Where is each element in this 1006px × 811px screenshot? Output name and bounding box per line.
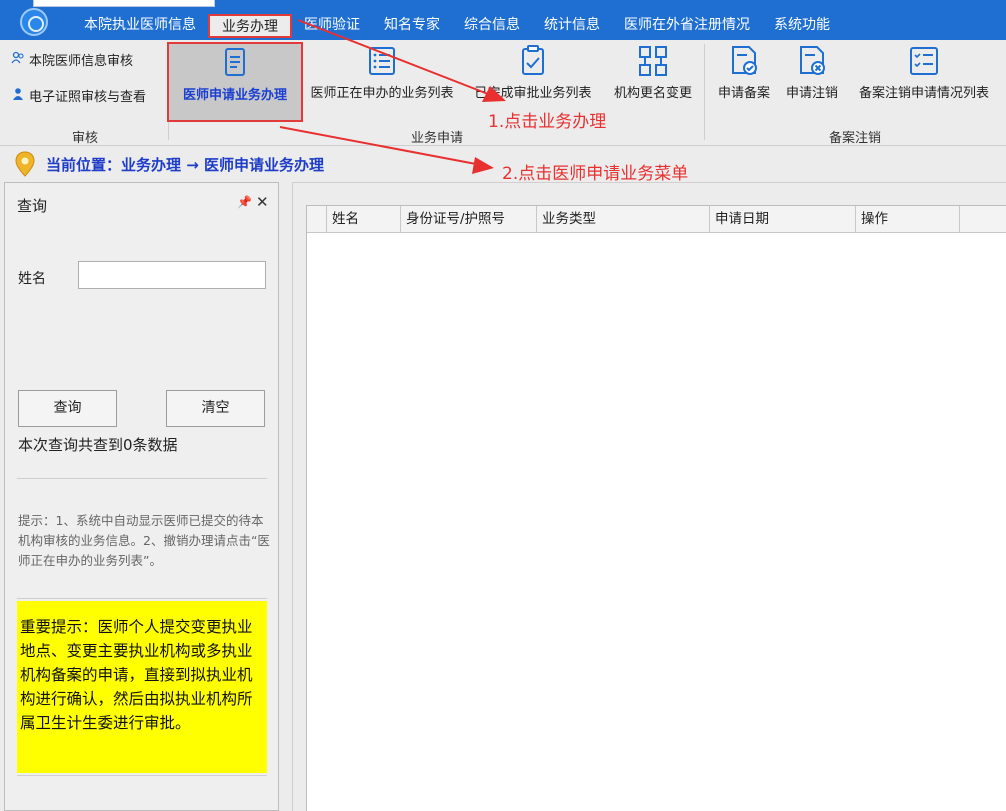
org-structure-icon xyxy=(639,46,667,76)
app-window: 本院执业医师信息 业务办理 医师验证 知名专家 综合信息 统计信息 医师在外省注… xyxy=(0,0,1006,811)
business-grid: 姓名 身份证号/护照号 业务类型 申请日期 操作 xyxy=(306,205,1006,811)
menu-item-experts[interactable]: 知名专家 xyxy=(372,14,452,38)
clear-button[interactable]: 清空 xyxy=(166,390,265,427)
column-header-id-number[interactable]: 身份证号/护照号 xyxy=(401,206,537,233)
title-strip-input xyxy=(33,0,215,7)
column-header-business-type[interactable]: 业务类型 xyxy=(537,206,710,233)
filing-cancel-list-button[interactable]: 备案注销申请情况列表 xyxy=(848,42,1000,122)
column-header-filler xyxy=(960,206,1006,233)
clipboard-check-icon xyxy=(522,45,544,75)
query-panel-title: 查询 xyxy=(17,197,48,215)
column-header-name[interactable]: 姓名 xyxy=(327,206,401,233)
list-icon xyxy=(369,47,395,75)
in-progress-list-label: 医师正在申办的业务列表 xyxy=(310,86,454,101)
in-progress-list-button[interactable]: 医师正在申办的业务列表 xyxy=(305,42,459,122)
user-icon xyxy=(10,87,26,109)
audit-group-label: 审核 xyxy=(71,131,98,146)
menu-item-general-info[interactable]: 综合信息 xyxy=(452,14,532,38)
important-notice: 重要提示：医师个人提交变更执业地点、变更主要执业机构或多执业机构备案的申请，直接… xyxy=(17,601,267,773)
main-menu: 本院执业医师信息 业务办理 医师验证 知名专家 综合信息 统计信息 医师在外省注… xyxy=(72,14,842,38)
result-count: 本次查询共查到0条数据 xyxy=(18,436,178,454)
doctor-info-audit-button[interactable]: 本院医师信息审核 xyxy=(10,51,133,73)
document-icon xyxy=(225,48,245,76)
location-pin-icon xyxy=(15,151,35,177)
apply-filing-button[interactable]: 申请备案 xyxy=(712,42,776,122)
breadcrumb-text: 当前位置：业务办理 → 医师申请业务办理 xyxy=(46,156,325,174)
filing-group-label: 备案注销 xyxy=(828,131,881,146)
document-check-icon xyxy=(732,46,757,75)
apply-cancel-button[interactable]: 申请注销 xyxy=(780,42,844,122)
top-menu-bar: 本院执业医师信息 业务办理 医师验证 知名专家 综合信息 统计信息 医师在外省注… xyxy=(0,0,1006,40)
divider xyxy=(17,598,267,599)
apply-cancel-label: 申请注销 xyxy=(785,86,838,101)
pin-icon[interactable]: 📌 xyxy=(237,195,252,209)
tip-text: 提示：1、系统中自动显示医师已提交的待本机构审核的业务信息。2、撤销办理请点击“… xyxy=(18,513,270,568)
annotation-step1: 1.点击业务办理 xyxy=(488,112,607,132)
doctor-apply-business-label: 医师申请业务办理 xyxy=(182,88,287,103)
grid-header: 姓名 身份证号/护照号 业务类型 申请日期 操作 xyxy=(307,206,1006,233)
column-header-selector[interactable] xyxy=(307,206,327,233)
grid-area: 姓名 身份证号/护照号 业务类型 申请日期 操作 xyxy=(292,182,1006,811)
business-group-label: 业务申请 xyxy=(410,131,463,146)
menu-item-other-province[interactable]: 医师在外省注册情况 xyxy=(612,14,762,38)
query-panel: 查询 📌 ✕ 姓名 查询 清空 本次查询共查到0条数据 提示：1、系统中自动显示… xyxy=(4,182,279,811)
e-license-audit-button[interactable]: 电子证照审核与查看 xyxy=(10,87,146,109)
menu-item-system[interactable]: 系统功能 xyxy=(762,14,842,38)
doctor-info-audit-label: 本院医师信息审核 xyxy=(29,54,134,69)
divider xyxy=(17,478,267,479)
users-icon xyxy=(10,51,26,73)
column-header-apply-date[interactable]: 申请日期 xyxy=(710,206,856,233)
ribbon-separator xyxy=(704,44,705,140)
menu-item-doctor-info[interactable]: 本院执业医师信息 xyxy=(72,14,208,38)
name-input[interactable] xyxy=(78,261,266,289)
menu-item-business[interactable]: 业务办理 xyxy=(208,14,292,38)
doctor-apply-business-button[interactable]: 医师申请业务办理 xyxy=(167,42,303,122)
org-rename-label: 机构更名变更 xyxy=(613,86,692,101)
document-cancel-icon xyxy=(800,46,825,75)
org-rename-button[interactable]: 机构更名变更 xyxy=(607,42,699,122)
checklist-icon xyxy=(910,47,938,75)
e-license-audit-label: 电子证照审核与查看 xyxy=(29,90,147,105)
filing-cancel-list-label: 备案注销申请情况列表 xyxy=(858,86,989,101)
annotation-step2: 2.点击医师申请业务菜单 xyxy=(502,164,689,184)
column-header-operation[interactable]: 操作 xyxy=(856,206,960,233)
divider xyxy=(17,775,267,776)
close-icon[interactable]: ✕ xyxy=(256,193,269,211)
menu-item-verify[interactable]: 医师验证 xyxy=(292,14,372,38)
app-logo-icon xyxy=(20,8,48,36)
name-label: 姓名 xyxy=(18,271,46,287)
search-button[interactable]: 查询 xyxy=(18,390,117,427)
completed-list-label: 已完成审批业务列表 xyxy=(474,86,592,101)
menu-item-statistics[interactable]: 统计信息 xyxy=(532,14,612,38)
apply-filing-label: 申请备案 xyxy=(717,86,770,101)
